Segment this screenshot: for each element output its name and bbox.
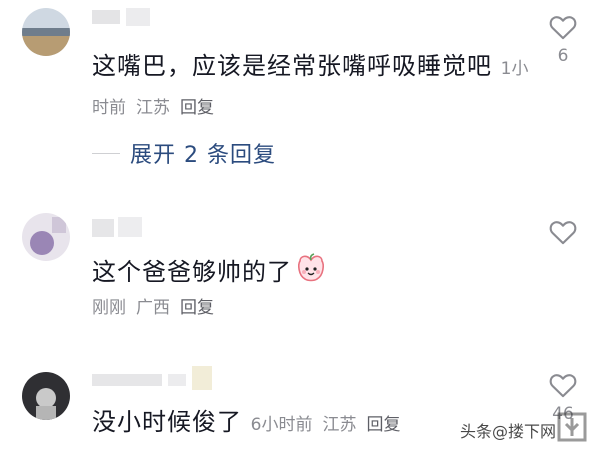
- avatar[interactable]: [22, 372, 70, 420]
- comment-location: 广西: [136, 298, 170, 318]
- comment-location: 江苏: [136, 98, 170, 118]
- username-blurred[interactable]: [92, 4, 222, 28]
- comment-text: 这个爸爸够帅的了: [92, 253, 532, 293]
- avatar-image: [22, 8, 70, 56]
- like-button[interactable]: [546, 219, 580, 251]
- like-count: 6: [557, 46, 569, 66]
- comment-item: 这个爸爸够帅的了 刚刚 广西 回复: [0, 205, 600, 335]
- comment-meta: 刚刚 广西 回复: [92, 293, 224, 318]
- reply-button[interactable]: 回复: [366, 415, 400, 435]
- expand-replies-label: 展开 2 条回复: [130, 143, 276, 168]
- comment-text-content: 这个爸爸够帅的了: [92, 258, 292, 286]
- watermark-logo-icon: [556, 410, 596, 444]
- comment-text-content: 没小时候俊了: [92, 408, 242, 436]
- avatar-image: [22, 213, 70, 261]
- peach-emoji-icon: [296, 253, 326, 293]
- like-button[interactable]: 6: [546, 14, 580, 66]
- blurred-username-image: [92, 217, 142, 237]
- heart-icon: [549, 16, 577, 40]
- watermark-text: 头条@搂下网: [460, 422, 557, 441]
- comment-item: 这嘴巴，应该是经常张嘴呼吸睡觉吧 1小时前 江苏 回复 6 展开 2 条回复: [0, 0, 600, 180]
- heart-icon: [549, 221, 577, 245]
- blurred-username-image: [92, 8, 150, 26]
- expand-replies-button[interactable]: 展开 2 条回复: [92, 135, 276, 171]
- comment-text: 这嘴巴，应该是经常张嘴呼吸睡觉吧 1小时前 江苏 回复: [92, 48, 532, 126]
- avatar-image: [22, 372, 70, 420]
- heart-icon: [549, 374, 577, 398]
- reply-button[interactable]: 回复: [180, 298, 214, 318]
- divider-line: [92, 152, 120, 154]
- comment-text-content: 这嘴巴，应该是经常张嘴呼吸睡觉吧: [92, 52, 492, 80]
- comment-time: 刚刚: [92, 298, 126, 318]
- comment-location: 江苏: [322, 415, 357, 435]
- reply-button[interactable]: 回复: [180, 98, 214, 118]
- username-blurred[interactable]: [92, 215, 222, 239]
- blurred-username-image: [92, 366, 212, 390]
- avatar[interactable]: [22, 213, 70, 261]
- avatar[interactable]: [22, 8, 70, 56]
- username-blurred[interactable]: [92, 366, 222, 390]
- comment-time: 6小时前: [250, 415, 313, 435]
